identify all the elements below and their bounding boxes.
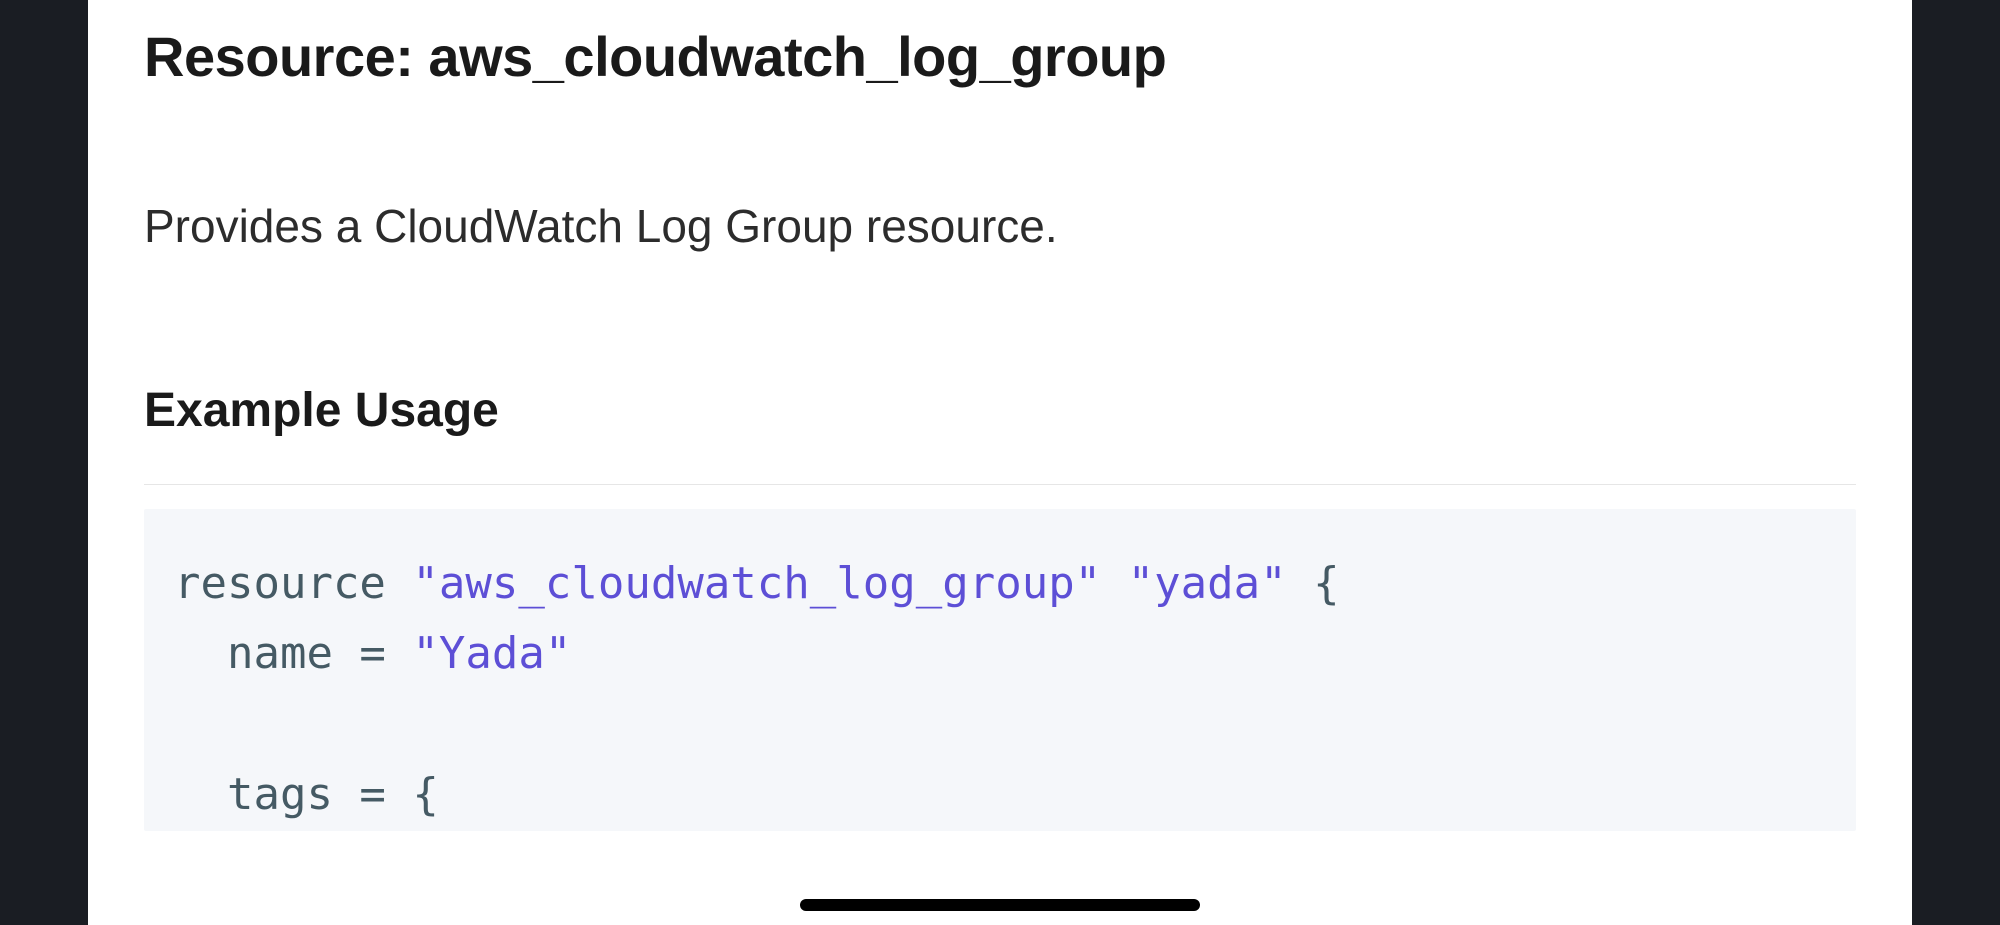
code-string: "Yada" [412,628,571,679]
code-keyword: resource [174,558,412,609]
code-string: "aws_cloudwatch_log_group" [412,558,1101,609]
code-attr: tags = { [174,769,439,820]
code-brace: { [1287,558,1340,609]
example-usage-heading: Example Usage [144,383,1856,438]
doc-page: Resource: aws_cloudwatch_log_group Provi… [88,0,1912,925]
code-space [1101,558,1128,609]
resource-description: Provides a CloudWatch Log Group resource… [144,199,1856,253]
page-title: Resource: aws_cloudwatch_log_group [144,24,1856,89]
code-string: "yada" [1128,558,1287,609]
section-divider [144,484,1856,485]
home-indicator-icon[interactable] [800,899,1200,911]
code-block[interactable]: resource "aws_cloudwatch_log_group" "yad… [144,509,1856,831]
code-attr: name = [174,628,412,679]
